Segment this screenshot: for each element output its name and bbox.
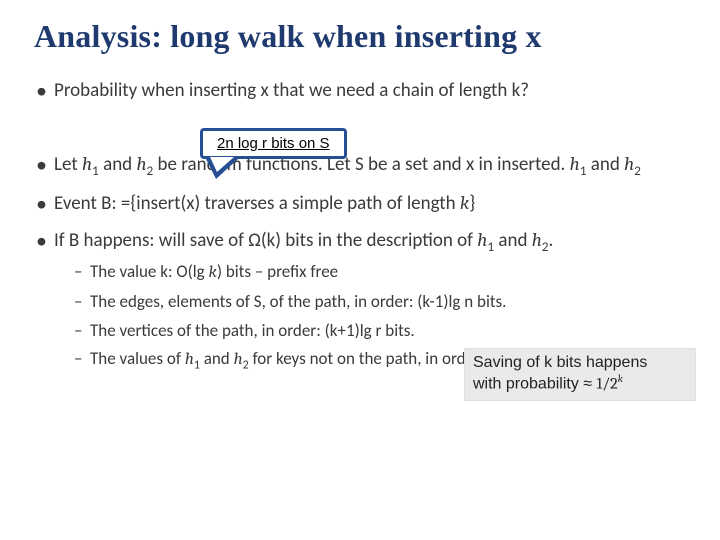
- b4-h2s: 2: [542, 238, 549, 255]
- b4-post: .: [549, 229, 554, 252]
- slide-title: Analysis: long walk when inserting x: [34, 18, 686, 55]
- d4-h2: h: [234, 350, 243, 369]
- b2-pre: Let: [54, 153, 82, 176]
- side-base: 1/2: [597, 374, 618, 392]
- bullet-2: Let h1 and h2 be random functions. Let S…: [34, 151, 686, 180]
- h2b-sym: h: [624, 153, 634, 175]
- side-exp: k: [618, 373, 623, 385]
- d3-text: The vertices of the path, in order: (k+1…: [90, 320, 415, 341]
- d4-h1: h: [185, 350, 194, 369]
- d4-and: and: [200, 348, 234, 369]
- side-note: Saving of k bits happens with probabilit…: [464, 348, 696, 401]
- b4-h2: h: [532, 229, 542, 251]
- bullet-3: Event B: ={insert(x) traverses a simple …: [34, 190, 686, 218]
- d2-text: The edges, elements of S, of the path, i…: [90, 291, 506, 312]
- b3-post: }: [469, 192, 475, 215]
- d1-k: k: [209, 263, 217, 282]
- h1-sub: 1: [92, 161, 99, 178]
- b2-and2: and: [586, 153, 624, 176]
- bullet-list: Probability when inserting x that we nee…: [34, 77, 686, 105]
- h2-sym: h: [136, 153, 146, 175]
- b4-pre: If B happens: will save of Ω(k) bits in …: [54, 229, 477, 252]
- callout: 2n log r bits on S: [200, 128, 347, 179]
- callout-box: 2n log r bits on S: [200, 128, 347, 159]
- side-line1: Saving of k bits happens: [473, 353, 687, 373]
- spacer: [34, 115, 686, 151]
- b3-pre: Event B: ={insert(x) traverses a simple …: [54, 192, 460, 215]
- d1-pre: The value k: O(lg: [90, 261, 209, 282]
- bullet-list-cont: Let h1 and h2 be random functions. Let S…: [34, 151, 686, 375]
- side-line2: with probability ≈ 1/2k: [473, 373, 687, 394]
- side-pre: with probability ≈: [473, 375, 597, 392]
- b3-k: k: [460, 192, 469, 214]
- h1b-sym: h: [570, 153, 580, 175]
- b2-and: and: [99, 153, 137, 176]
- slide: Analysis: long walk when inserting x Pro…: [0, 0, 720, 395]
- sub-2: The edges, elements of S, of the path, i…: [74, 290, 686, 315]
- b4-and: and: [494, 229, 532, 252]
- h1-sym: h: [82, 153, 92, 175]
- bullet-1-text: Probability when inserting x that we nee…: [54, 79, 529, 102]
- b4-h1: h: [477, 229, 487, 251]
- sub-1: The value k: O(lg k) bits – prefix free: [74, 260, 686, 286]
- callout-tail-icon: [206, 159, 238, 179]
- callout-text: 2n log r bits on S: [217, 135, 330, 152]
- h2b-sub: 2: [634, 161, 641, 178]
- d1-post: ) bits – prefix free: [217, 261, 338, 282]
- bullet-1: Probability when inserting x that we nee…: [34, 77, 686, 105]
- d4-pre: The values of: [90, 348, 185, 369]
- sub-3: The vertices of the path, in order: (k+1…: [74, 319, 686, 344]
